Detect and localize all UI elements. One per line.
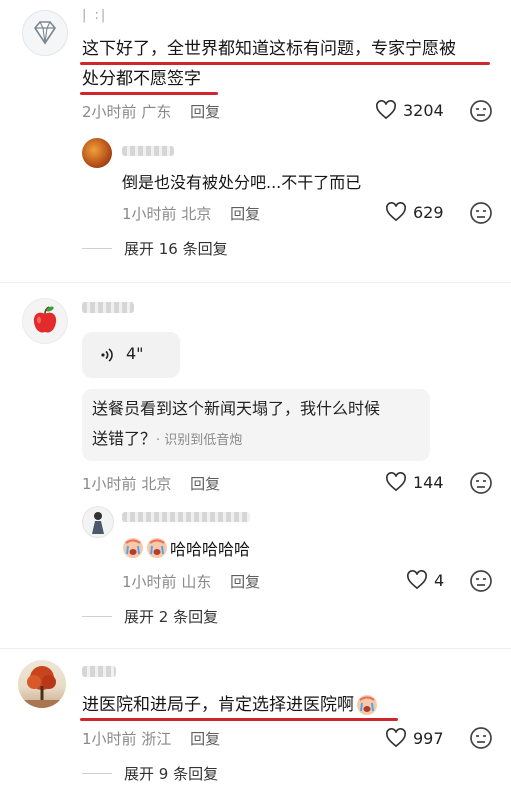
voice-transcript-card: 送餐员看到这个新闻天塌了，我什么时候 送错了？· 识别到低音炮: [82, 389, 430, 461]
heart-icon: [386, 472, 406, 492]
commenter-avatar[interactable]: [22, 298, 68, 344]
heart-icon: [386, 728, 406, 748]
like-count: 144: [413, 472, 444, 492]
dislike-button[interactable]: [469, 99, 493, 127]
commenter-avatar[interactable]: [18, 660, 66, 708]
reply-username[interactable]: [122, 512, 250, 522]
crying-emoji: [357, 695, 377, 715]
reply-username[interactable]: [122, 146, 174, 156]
dislike-button[interactable]: [469, 569, 493, 597]
like-count: 997: [413, 728, 444, 748]
reply-avatar[interactable]: [82, 506, 114, 538]
transcript-source: · 识别到低音炮: [156, 433, 243, 448]
figure-icon: [92, 512, 104, 534]
username[interactable]: [82, 302, 134, 313]
reply-button[interactable]: 回复: [190, 103, 220, 121]
autumn-tree-icon: [18, 666, 66, 708]
like-button[interactable]: 629: [385, 202, 444, 222]
comment-meta: 1小时前 浙江 回复: [82, 728, 220, 749]
reply-time: 1小时前: [122, 573, 177, 591]
reply-text: 哈哈哈哈哈: [170, 540, 251, 559]
crying-emoji: [147, 538, 167, 558]
voice-wave-icon: [101, 348, 113, 362]
dislike-face-icon: [470, 727, 492, 749]
reply-location: 山东: [181, 573, 212, 591]
like-button[interactable]: 4: [406, 570, 444, 590]
username[interactable]: | :|: [82, 8, 107, 23]
comment-text: 进医院和进局子，肯定选择进医院啊: [82, 695, 354, 715]
dislike-button[interactable]: [469, 201, 493, 229]
comment-text-line-1: 这下好了，全世界都知道这标有问题，专家宁愿被: [82, 39, 456, 59]
comment-divider: [0, 648, 511, 649]
comment-meta: 2小时前 广东 回复: [82, 101, 220, 122]
dislike-button[interactable]: [469, 471, 493, 499]
dislike-face-icon: [470, 570, 492, 592]
expand-divider: [82, 616, 112, 617]
comment-meta: 1小时前 北京 回复: [82, 473, 220, 494]
like-button[interactable]: 3204: [375, 100, 444, 120]
reply-button[interactable]: 回复: [230, 573, 260, 591]
username[interactable]: [82, 666, 116, 677]
commenter-avatar[interactable]: [22, 10, 68, 56]
reply-location: 北京: [181, 205, 212, 223]
reply-button[interactable]: 回复: [230, 205, 260, 223]
like-count: 4: [434, 570, 445, 590]
transcript-line-2: 送错了？· 识别到低音炮: [92, 424, 242, 456]
comment-location: 北京: [141, 475, 172, 493]
expand-replies-label: 展开 2 条回复: [124, 608, 219, 626]
reply-meta: 1小时前 山东 回复: [122, 571, 260, 592]
dislike-face-icon: [470, 202, 492, 224]
voice-duration: 4": [126, 344, 144, 363]
diamond-icon: [34, 21, 56, 45]
comment-location: 浙江: [141, 730, 172, 748]
transcript-line-1: 送餐员看到这个新闻天塌了，我什么时候: [92, 399, 381, 418]
apple-icon: [33, 306, 57, 333]
heart-icon: [386, 202, 406, 222]
comment-time: 1小时前: [82, 730, 137, 748]
reply-avatar[interactable]: [82, 138, 112, 168]
reply-button[interactable]: 回复: [190, 475, 220, 493]
like-count: 629: [413, 202, 444, 222]
transcript-text: 送错了？: [92, 429, 157, 448]
expand-divider: [82, 248, 112, 249]
dislike-face-icon: [470, 472, 492, 494]
expand-replies-button[interactable]: 展开 16 条回复: [82, 238, 228, 259]
expand-replies-button[interactable]: 展开 2 条回复: [82, 606, 218, 627]
comment-text-line-2: 处分都不愿签字: [82, 69, 201, 89]
dislike-button[interactable]: [469, 726, 493, 754]
comment-time: 1小时前: [82, 475, 137, 493]
comment-divider: [0, 282, 511, 283]
comment-time: 2小时前: [82, 103, 137, 121]
reply-time: 1小时前: [122, 205, 177, 223]
like-button[interactable]: 144: [385, 472, 444, 492]
dislike-face-icon: [470, 100, 492, 122]
reply-button[interactable]: 回复: [190, 730, 220, 748]
highlight-underline: [80, 92, 218, 95]
like-count: 3204: [403, 100, 444, 120]
heart-icon: [407, 570, 427, 590]
heart-icon: [376, 100, 396, 120]
reply-text: 倒是也没有被处分吧...不干了而已: [122, 173, 362, 192]
like-button[interactable]: 997: [385, 728, 444, 748]
reply-meta: 1小时前 北京 回复: [122, 203, 260, 224]
expand-replies-label: 展开 9 条回复: [124, 765, 219, 783]
comment-location: 广东: [141, 103, 172, 121]
voice-message[interactable]: 4": [82, 332, 180, 378]
comment-text-row: 进医院和进局子，肯定选择进医院啊: [82, 690, 378, 720]
expand-replies-button[interactable]: 展开 9 条回复: [82, 763, 218, 784]
crying-emoji: [123, 538, 143, 558]
reply-text-row: 哈哈哈哈哈: [122, 536, 250, 560]
highlight-underline: [80, 718, 398, 721]
expand-divider: [82, 773, 112, 774]
expand-replies-label: 展开 16 条回复: [124, 240, 228, 258]
